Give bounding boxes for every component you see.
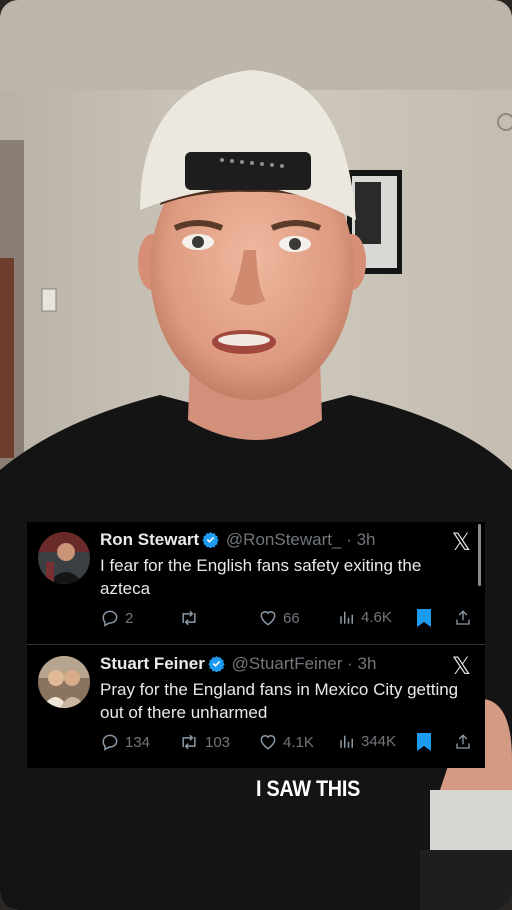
views-count: 4.6K	[361, 608, 392, 626]
handle[interactable]: @RonStewart_	[226, 530, 342, 549]
views-button[interactable]: 4.6K	[338, 608, 392, 626]
reply-icon	[102, 610, 118, 627]
video-background	[0, 0, 512, 910]
video-frame: Ron Stewart @RonStewart_ · 3h 𝕏 I fear f…	[0, 0, 512, 910]
tweet-header: Ron Stewart @RonStewart_ · 3h	[100, 530, 375, 553]
views-icon	[340, 735, 353, 748]
reply-button[interactable]: 134	[100, 732, 150, 752]
display-name[interactable]: Stuart Feiner	[100, 654, 205, 673]
timestamp[interactable]: · 3h	[347, 654, 376, 673]
tweet-actions: 2 66 4.6K	[100, 608, 478, 630]
share-button[interactable]	[454, 608, 472, 628]
views-icon	[340, 611, 353, 624]
like-icon	[260, 611, 276, 626]
bookmark-icon	[417, 609, 431, 627]
share-icon	[456, 734, 470, 749]
reply-button[interactable]: 2	[100, 608, 133, 628]
reply-icon	[102, 734, 118, 751]
verified-badge-icon	[202, 531, 219, 553]
x-logo-icon: 𝕏	[451, 528, 471, 556]
tweet-divider	[27, 644, 485, 645]
verified-badge-icon	[208, 655, 225, 677]
avatar[interactable]	[38, 656, 90, 708]
views-button[interactable]: 344K	[338, 732, 396, 750]
retweet-button[interactable]: 103	[178, 732, 230, 752]
tweet-header: Stuart Feiner @StuartFeiner · 3h	[100, 654, 376, 677]
like-button[interactable]: 66	[258, 608, 300, 628]
retweet-icon	[182, 734, 196, 750]
tweet-text: I fear for the English fans safety exiti…	[100, 556, 422, 598]
retweet-count: 103	[205, 733, 231, 751]
bookmark-icon	[417, 733, 431, 751]
tweet-text: Pray for the England fans in Mexico City…	[100, 680, 459, 722]
tweet-card[interactable]: Ron Stewart @RonStewart_ · 3h 𝕏 I fear f…	[27, 522, 485, 644]
tweet-actions: 134 103 4.1K 344K	[100, 732, 478, 754]
retweet-button[interactable]	[178, 608, 205, 628]
timestamp[interactable]: · 3h	[346, 530, 375, 549]
like-icon	[260, 735, 276, 750]
video-caption: I SAW THIS	[256, 776, 361, 801]
handle[interactable]: @StuartFeiner	[232, 654, 343, 673]
retweet-icon	[182, 610, 196, 626]
tweet-card[interactable]: Stuart Feiner @StuartFeiner · 3h 𝕏 Pray …	[27, 646, 485, 768]
views-count: 344K	[361, 732, 397, 750]
bookmark-button[interactable]	[416, 732, 432, 752]
like-count: 4.1K	[283, 733, 314, 751]
like-button[interactable]: 4.1K	[258, 732, 314, 752]
avatar[interactable]	[38, 532, 90, 584]
x-logo-icon: 𝕏	[451, 652, 471, 680]
like-count: 66	[283, 609, 300, 627]
reply-count: 134	[125, 733, 151, 751]
reply-count: 2	[125, 609, 134, 627]
share-icon	[456, 610, 470, 625]
display-name[interactable]: Ron Stewart	[100, 530, 199, 549]
share-button[interactable]	[454, 732, 472, 752]
tweet-overlay: Ron Stewart @RonStewart_ · 3h 𝕏 I fear f…	[27, 522, 485, 768]
bookmark-button[interactable]	[416, 608, 432, 628]
